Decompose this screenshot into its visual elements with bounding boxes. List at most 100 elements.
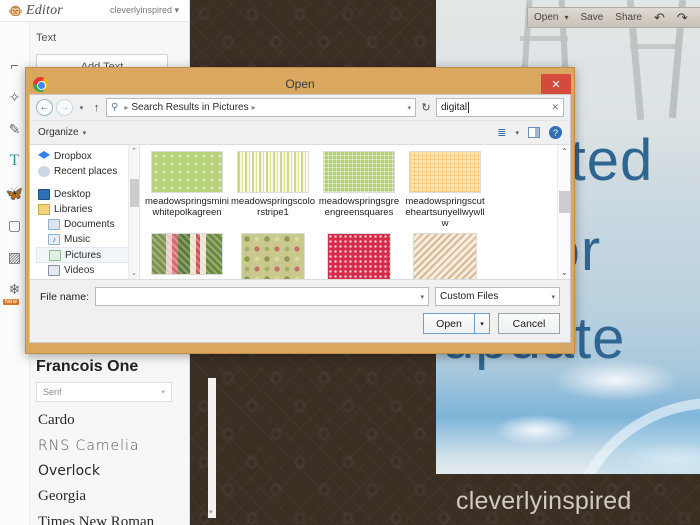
font-list-scrollbar[interactable]: ▾ — [208, 378, 216, 518]
search-icon: ⚲ — [111, 102, 119, 113]
file-item[interactable]: meadowspringsminiwhitepolkagreen — [144, 151, 230, 229]
file-list-scrollbar[interactable]: ⌃ ⌄ — [557, 145, 570, 279]
font-option-overlock[interactable]: Overlock — [36, 459, 186, 484]
file-grid: meadowspringsminiwhitepolkagreen meadows… — [140, 145, 570, 279]
scroll-up-icon[interactable]: ⌃ — [561, 147, 568, 156]
scrollbar-thumb[interactable] — [559, 191, 570, 213]
file-type-value: Custom Files — [440, 291, 499, 302]
file-name-label: meadowspringsminiwhitepolkagreen — [145, 196, 229, 218]
libraries-icon — [38, 204, 50, 215]
sidebar-item-label: Pictures — [65, 249, 102, 261]
view-list-icon[interactable]: ≣ — [497, 126, 506, 139]
chevron-down-icon[interactable]: ▾ — [515, 129, 519, 137]
file-item[interactable]: meadowspringscuteheartsunyellwywllw — [402, 151, 488, 229]
brush-icon[interactable]: ✎ — [5, 120, 25, 138]
organize-menu[interactable]: Organize ▾ — [38, 127, 86, 138]
forward-button[interactable]: → — [56, 99, 73, 116]
font-option-times-new-roman[interactable]: Times New Roman — [36, 510, 186, 525]
scroll-down-icon[interactable]: ⌄ — [131, 269, 137, 277]
undo-icon[interactable]: ↶ — [648, 10, 671, 26]
redo-icon[interactable]: ↷ — [671, 10, 694, 26]
file-type-select[interactable]: Custom Files ▾ — [435, 287, 560, 306]
command-bar: Organize ▾ ≣ ▾ ? — [30, 121, 570, 145]
history-dropdown-icon[interactable]: ▾ — [76, 104, 87, 112]
font-category-select[interactable]: Serif ▾ — [36, 382, 172, 402]
toolbar-share-button[interactable]: Share — [609, 12, 648, 23]
navigation-pane: Dropbox Recent places Desktop Libraries — [30, 145, 140, 279]
sidebar-item-recent-places[interactable]: Recent places — [36, 164, 139, 179]
open-dropdown-icon[interactable]: ▾ — [475, 313, 490, 334]
sidebar-item-label: Videos — [64, 265, 95, 276]
texture-icon[interactable]: ▨ — [5, 248, 25, 266]
sidebar-item-label: Documents — [64, 219, 115, 230]
frame-icon[interactable]: ▢ — [5, 216, 25, 234]
back-button[interactable]: ← — [36, 99, 53, 116]
sidebar-item-pictures[interactable]: Pictures — [36, 247, 131, 263]
account-menu[interactable]: cleverlyinspired ▾ — [110, 5, 181, 16]
font-option-rns-camelia[interactable]: RNS Camelia — [36, 434, 186, 459]
sidebar-item-homegroup[interactable]: Homegroup — [36, 278, 139, 279]
open-button[interactable]: Open — [423, 313, 475, 334]
file-item[interactable]: christmas9-02 — [316, 233, 402, 279]
font-option-georgia[interactable]: Georgia — [36, 484, 186, 510]
scrollbar-thumb[interactable] — [130, 179, 139, 207]
dialog-title: Open — [285, 77, 315, 91]
recent-places-icon — [38, 166, 50, 177]
up-one-level-button[interactable]: ↑ — [90, 102, 103, 114]
sidebar-item-dropbox[interactable]: Dropbox — [36, 149, 139, 164]
snowflake-icon[interactable]: ❄ New — [2, 280, 25, 305]
dialog-buttons-row: Open ▾ Cancel — [40, 313, 560, 334]
open-split-button: Open ▾ — [423, 313, 490, 334]
sidebar-item-music[interactable]: ♪ Music — [36, 232, 139, 247]
sidebar-item-libraries[interactable]: Libraries — [36, 202, 139, 217]
search-input[interactable]: digital ✕ — [436, 98, 564, 117]
chevron-down-icon[interactable]: ▾ — [407, 104, 411, 112]
crop-icon[interactable]: ⌐ — [5, 56, 25, 74]
organize-label: Organize — [38, 127, 79, 138]
font-heading: Francois One — [36, 358, 139, 375]
file-list-pane[interactable]: meadowspringsminiwhitepolkagreen meadows… — [140, 145, 570, 279]
file-thumbnail — [241, 233, 305, 279]
toolbar-open-button[interactable]: Open — [528, 12, 564, 23]
watermark: cleverlyinspired — [456, 487, 632, 515]
resize-grip[interactable] — [560, 342, 569, 351]
file-item[interactable]: meadowspringscolorstripe1 — [230, 151, 316, 229]
preview-pane-icon[interactable] — [528, 127, 540, 138]
screen: painted Floor update cleverlyinspired Op… — [0, 0, 700, 525]
navigation-pane-scrollbar[interactable]: ⌃ ⌄ — [128, 145, 139, 279]
breadcrumb[interactable]: Search Results in Pictures — [131, 102, 248, 113]
sidebar-item-documents[interactable]: Documents — [36, 217, 139, 232]
desktop-icon — [38, 189, 50, 200]
clear-search-icon[interactable]: ✕ — [551, 102, 559, 113]
file-item[interactable]: christmas9-01 — [230, 233, 316, 279]
chevron-down-icon[interactable]: ▾ — [420, 293, 424, 301]
dialog-body: ← → ▾ ↑ ⚲ ▸ Search Results in Pictures ▸… — [29, 94, 571, 343]
sidebar-item-desktop[interactable]: Desktop — [36, 187, 139, 202]
file-item[interactable]: meadowspringsgreengreensquares — [316, 151, 402, 229]
scroll-up-icon[interactable]: ⌃ — [131, 147, 137, 155]
scroll-down-icon[interactable]: ⌄ — [561, 268, 568, 277]
chevron-down-icon[interactable]: ▾ — [551, 293, 555, 301]
sidebar-item-label: Dropbox — [54, 151, 92, 162]
chevron-down-icon: ▾ — [161, 389, 165, 396]
text-icon[interactable]: T — [5, 152, 25, 170]
toolbar-save-button[interactable]: Save — [574, 12, 609, 23]
sidebar-item-label: Recent places — [54, 166, 118, 177]
chevron-down-icon[interactable]: ▾ — [209, 508, 213, 516]
sidebar-item-videos[interactable]: Videos — [36, 263, 139, 278]
help-icon[interactable]: ? — [549, 126, 562, 139]
file-thumbnail — [151, 151, 223, 193]
folder-item[interactable]: folder — [144, 233, 230, 279]
address-bar[interactable]: ⚲ ▸ Search Results in Pictures ▸ ▾ — [106, 98, 416, 117]
magic-wand-icon[interactable]: ✧ — [5, 88, 25, 106]
refresh-icon[interactable]: ↻ — [419, 101, 433, 114]
file-name-input[interactable]: ▾ — [95, 287, 429, 306]
file-item[interactable]: christmas9-03 — [402, 233, 488, 279]
cancel-button[interactable]: Cancel — [498, 313, 560, 334]
file-name-label: meadowspringscolorstripe1 — [231, 196, 315, 218]
font-option-cardo[interactable]: Cardo — [36, 408, 186, 434]
chevron-down-icon: ▾ — [82, 129, 87, 137]
chevron-down-icon[interactable]: ▾ — [564, 13, 574, 22]
butterfly-icon[interactable]: 🦋 — [5, 184, 25, 202]
